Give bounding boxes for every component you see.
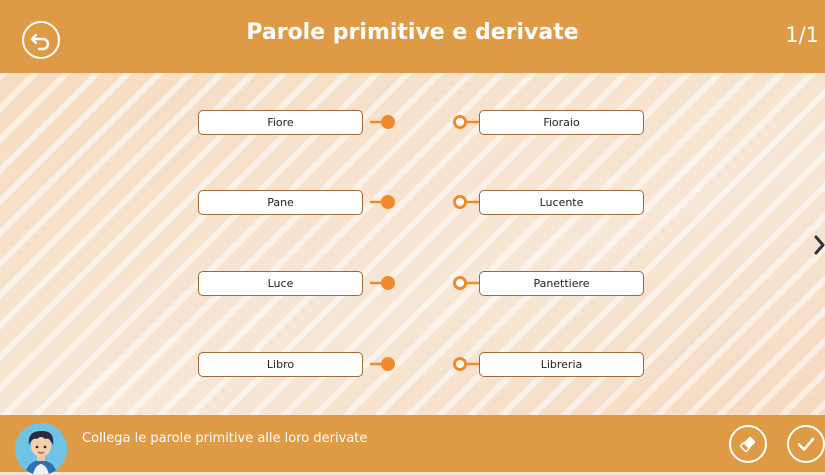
right-word-libreria[interactable]: Libreria [479,352,644,377]
left-word-luce[interactable]: Luce [198,271,363,296]
check-button[interactable] [787,425,825,463]
eraser-button[interactable] [729,425,767,463]
left-connector-dot[interactable] [368,114,398,130]
header-bar: Parole primitive e derivate 1/1 [0,0,825,73]
page-counter: 1/1 [785,23,819,47]
chevron-right-icon[interactable] [811,225,825,265]
matching-area: Fiore Fioraio Pane Lucente Luce Panettie… [0,73,825,415]
right-connector-ring[interactable] [451,356,481,372]
footer-bar: Collega le parole primitive alle loro de… [0,415,825,475]
right-word-panettiere[interactable]: Panettiere [479,271,644,296]
right-connector-ring[interactable] [451,194,481,210]
right-word-lucente[interactable]: Lucente [479,190,644,215]
right-word-fioraio[interactable]: Fioraio [479,110,644,135]
right-connector-ring[interactable] [451,114,481,130]
left-connector-dot[interactable] [368,194,398,210]
avatar [15,423,67,475]
left-word-pane[interactable]: Pane [198,190,363,215]
left-word-libro[interactable]: Libro [198,352,363,377]
checkmark-icon [797,437,815,451]
left-connector-dot[interactable] [368,275,398,291]
left-connector-dot[interactable] [368,356,398,372]
page-title: Parole primitive e derivate [246,20,579,45]
boy-avatar-icon [15,423,67,475]
left-word-fiore[interactable]: Fiore [198,110,363,135]
right-connector-ring[interactable] [451,275,481,291]
eraser-icon [739,436,756,453]
instruction-text: Collega le parole primitive alle loro de… [82,431,368,446]
